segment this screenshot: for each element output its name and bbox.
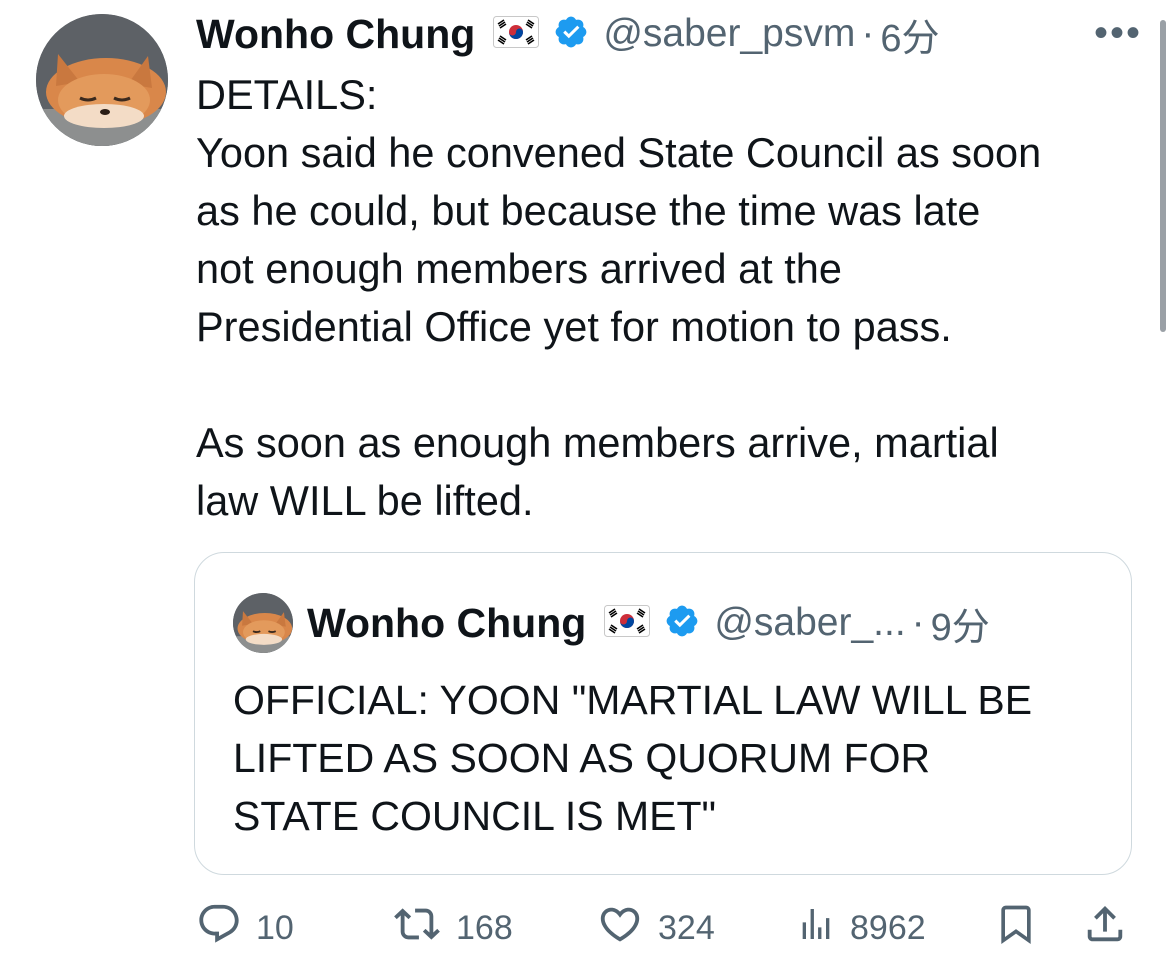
repost-icon bbox=[392, 901, 442, 956]
views-count: 8962 bbox=[850, 908, 926, 947]
quoted-author-name: Wonho Chung bbox=[307, 599, 587, 646]
verified-badge-icon[interactable] bbox=[553, 14, 589, 55]
tweet-body: DETAILS: Yoon said he convened State Cou… bbox=[196, 66, 1146, 530]
share-icon bbox=[1082, 899, 1128, 958]
quoted-tweet-timestamp: 9分 bbox=[930, 606, 990, 649]
tweet-actions-bar: 10 168 324 8962 bbox=[196, 900, 1136, 956]
tweet-timestamp[interactable]: 6分 bbox=[880, 7, 939, 62]
quoted-text-line: STATE COUNCIL IS MET" bbox=[233, 793, 717, 839]
author-avatar[interactable] bbox=[36, 14, 168, 146]
bookmark-button[interactable] bbox=[994, 900, 1038, 956]
tweet-text-line: Presidential Office yet for motion to pa… bbox=[196, 303, 952, 350]
quoted-text-line: LIFTED AS SOON AS QUORUM FOR bbox=[233, 735, 931, 781]
quoted-tweet[interactable]: Wonho Chung @saber_... · 9分 OFFICIAL: YO… bbox=[194, 552, 1132, 875]
separator-dot: · bbox=[861, 12, 875, 55]
reply-icon bbox=[196, 901, 242, 956]
south-korea-flag-icon bbox=[604, 604, 651, 642]
author-name[interactable]: Wonho Chung bbox=[196, 11, 475, 58]
reply-button[interactable]: 10 bbox=[196, 900, 294, 956]
views-button[interactable]: 8962 bbox=[796, 900, 926, 956]
quoted-author-handle: @saber_... bbox=[714, 601, 906, 644]
quoted-tweet-body: OFFICIAL: YOON "MARTIAL LAW WILL BE LIFT… bbox=[233, 671, 1113, 845]
like-button[interactable]: 324 bbox=[596, 900, 715, 956]
tweet-text-line: As soon as enough members arrive, martia… bbox=[196, 419, 999, 466]
separator-dot: · bbox=[911, 601, 925, 644]
south-korea-flag-icon bbox=[493, 15, 540, 53]
repost-button[interactable]: 168 bbox=[392, 900, 513, 956]
tweet-text-line: as he could, but because the time was la… bbox=[196, 187, 981, 234]
tweet-text-line: law WILL be lifted. bbox=[196, 477, 534, 524]
repost-count: 168 bbox=[456, 908, 513, 947]
scrollbar[interactable] bbox=[1160, 20, 1166, 332]
more-options-icon[interactable]: ••• bbox=[1094, 13, 1142, 53]
like-count: 324 bbox=[658, 908, 715, 947]
tweet-text-line: DETAILS: bbox=[196, 71, 378, 118]
bookmark-icon bbox=[994, 899, 1038, 958]
quoted-tweet-header: Wonho Chung @saber_... · 9分 bbox=[233, 591, 990, 655]
tweet-text-line: Yoon said he convened State Council as s… bbox=[196, 129, 1042, 176]
tweet: Wonho Chung @saber_psvm · 6分 ••• DETAILS… bbox=[0, 0, 1170, 977]
tweet-text-line: not enough members arrived at the bbox=[196, 245, 842, 292]
tweet-header: Wonho Chung @saber_psvm · 6分 bbox=[196, 8, 1136, 60]
heart-icon bbox=[596, 901, 644, 956]
reply-count: 10 bbox=[256, 908, 294, 947]
verified-badge-icon bbox=[664, 603, 700, 644]
quoted-author-avatar bbox=[233, 593, 293, 653]
author-handle[interactable]: @saber_psvm bbox=[603, 12, 855, 56]
views-chart-icon bbox=[796, 901, 836, 956]
quoted-text-line: OFFICIAL: YOON "MARTIAL LAW WILL BE bbox=[233, 677, 1033, 723]
share-button[interactable] bbox=[1082, 900, 1128, 956]
